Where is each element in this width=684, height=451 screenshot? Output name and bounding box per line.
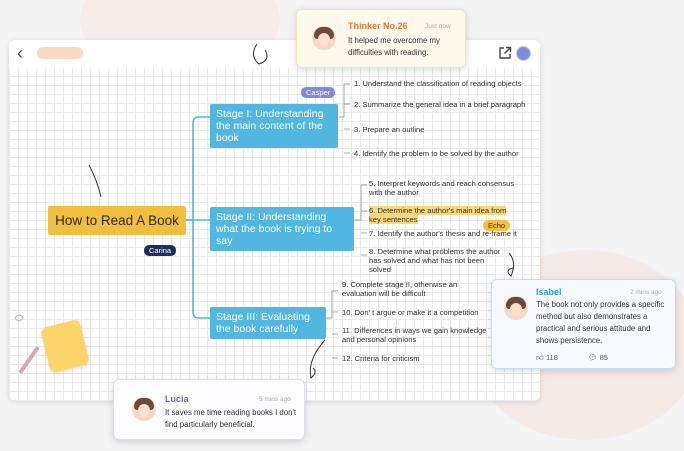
collaborator-cursor-carina: Carina <box>144 245 177 256</box>
stage-label: Stage I: Understanding the main content … <box>216 108 324 144</box>
collaborator-cursor-casper: Casper <box>301 87 336 98</box>
mindmap-canvas[interactable]: ‹ How to Read A Book Stage I: Understand… <box>9 40 540 401</box>
mindmap-leaf[interactable]: 12. Criteria for criticism <box>342 354 420 363</box>
mindmap-leaf[interactable]: 5. Interpret keywords and reach consensu… <box>369 179 529 197</box>
like-button[interactable]: 👍︎ 118 <box>536 353 558 363</box>
comment-author: Lucia <box>165 394 189 404</box>
like-count: 118 <box>545 353 558 362</box>
mindmap-leaf[interactable]: 3. Prepare an outline <box>354 125 425 134</box>
comment-time: Just now <box>425 23 451 30</box>
collaborator-cursor-echo: Echo <box>483 220 511 231</box>
mindmap-central-topic[interactable]: How to Read A Book <box>48 206 186 235</box>
avatar <box>132 397 156 421</box>
avatar <box>312 26 336 50</box>
comment-card-thinker[interactable]: Thinker No.26 Just now It helped me over… <box>296 9 466 68</box>
mindmap-leaf[interactable]: 8. Determine what problems the author ha… <box>369 247 504 274</box>
central-topic-label: How to Read A Book <box>55 213 179 228</box>
mindmap-leaf[interactable]: 2. Summarize the general idea in a brief… <box>354 100 525 109</box>
mindmap-leaf[interactable]: 10. Don' t argue or make it a competitio… <box>342 308 479 317</box>
mindmap-stage-1[interactable]: Stage I: Understanding the main content … <box>210 104 338 148</box>
avatar <box>504 296 528 320</box>
reply-count: 85 <box>599 353 608 362</box>
like-icon: 👍︎ <box>536 353 544 362</box>
comment-author: Isabel <box>536 287 562 297</box>
stage-label: Stage III: Evaluating the book carefully <box>216 311 310 335</box>
mindmap-leaf[interactable]: 11. Differences in ways we gain knowledg… <box>342 326 497 344</box>
comment-text: The book not only provides a specific me… <box>536 300 665 345</box>
mindmap-stage-2[interactable]: Stage II: Understanding what the book is… <box>210 207 354 251</box>
reply-button[interactable]: 💬︎ 85 <box>588 353 608 362</box>
comment-card-isabel[interactable]: Isabel 2 mins ago The book not only prov… <box>491 279 676 369</box>
comment-card-lucia[interactable]: Lucia 5 mins ago It saves me time readin… <box>113 379 305 440</box>
mindmap-leaf[interactable]: 9. Complete stage II, otherwise an evalu… <box>342 280 477 298</box>
comment-time: 5 mins ago <box>259 396 291 403</box>
mindmap-leaf[interactable]: 4. Identify the problem to be solved by … <box>354 149 519 158</box>
mindmap-leaf[interactable]: 1. Understand the classification of read… <box>354 79 522 88</box>
comment-icon: 💬︎ <box>588 353 598 362</box>
comment-text: It saves me time reading books I don't f… <box>165 408 297 429</box>
comment-text: It helped me overcome my difficulties wi… <box>348 36 440 57</box>
mindmap-stage-3[interactable]: Stage III: Evaluating the book carefully <box>210 307 326 339</box>
stage-label: Stage II: Understanding what the book is… <box>216 211 333 247</box>
comment-author: Thinker No.26 <box>348 21 408 31</box>
comment-time: 2 mins ago <box>630 289 662 296</box>
